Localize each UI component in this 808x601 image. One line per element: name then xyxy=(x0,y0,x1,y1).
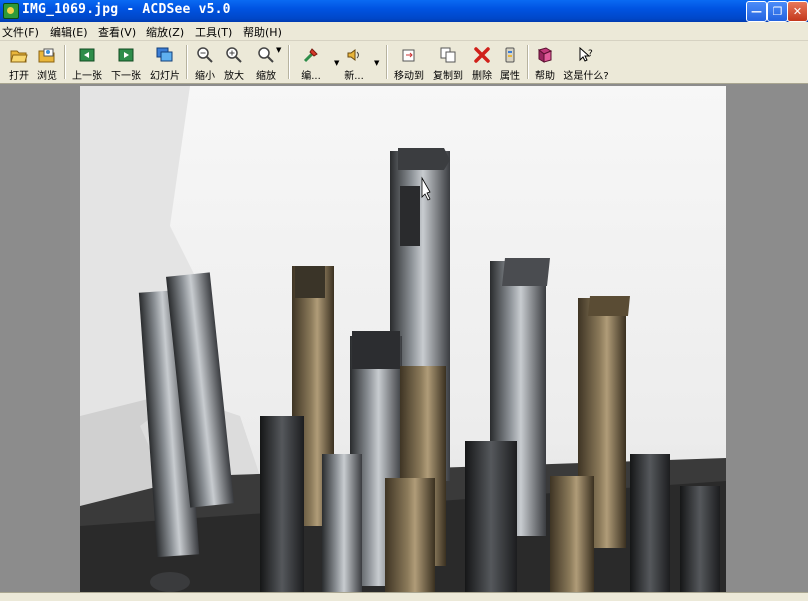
displayed-photo[interactable] xyxy=(80,86,726,592)
svg-text:?: ? xyxy=(588,49,593,59)
photo-image xyxy=(80,86,726,592)
sound-dropdown-arrow-icon[interactable]: ▼ xyxy=(374,59,379,67)
copy-to-icon xyxy=(440,47,456,63)
open-folder-icon xyxy=(10,50,28,63)
previous-image-label: 上一张 xyxy=(72,71,102,82)
move-to-label: 移动到 xyxy=(394,71,424,82)
edit-label: 编... xyxy=(301,71,321,82)
toolbar-separator xyxy=(386,45,388,79)
toolbar-separator xyxy=(186,45,188,79)
acdsee-app-icon[interactable] xyxy=(3,3,19,19)
whats-this-pointer-icon: ? xyxy=(579,46,593,62)
zoom-dropdown-arrow-icon[interactable]: ▼ xyxy=(276,46,281,54)
open-label: 打开 xyxy=(9,71,29,82)
previous-image-icon xyxy=(79,48,95,62)
slideshow-icon xyxy=(156,47,173,62)
close-button[interactable]: ✕ xyxy=(787,1,808,22)
edit-button[interactable]: ▼ 编... xyxy=(294,43,339,82)
next-image-button[interactable]: 下一张 xyxy=(109,43,143,82)
zoom-out-button[interactable]: 缩小 xyxy=(193,43,217,82)
menu-tools[interactable]: 工具(T) xyxy=(195,24,232,40)
window-title: IMG_1069.jpg - ACDSee v5.0 xyxy=(22,2,231,17)
help-button[interactable]: 帮助 xyxy=(533,43,557,82)
speaker-icon xyxy=(347,49,359,61)
move-to-icon xyxy=(402,49,415,62)
whats-this-label: 这是什么? xyxy=(563,71,609,82)
sound-label: 新... xyxy=(344,71,364,82)
properties-icon xyxy=(505,47,515,63)
menu-file[interactable]: 文件(F) xyxy=(2,24,39,40)
move-to-button[interactable]: 移动到 xyxy=(392,43,426,82)
toolbar: 打开 浏览 上一张 下一张 幻灯片 缩小 放大 ▼ 缩放 ▼ 编... ▼ 新.… xyxy=(0,41,808,84)
browse-button[interactable]: 浏览 xyxy=(34,43,60,82)
edit-brush-icon xyxy=(303,48,318,63)
browse-label: 浏览 xyxy=(37,71,57,82)
title-bar: IMG_1069.jpg - ACDSee v5.0 — ❐ ✕ xyxy=(0,0,808,22)
zoom-in-icon xyxy=(226,47,242,63)
menu-edit[interactable]: 编辑(E) xyxy=(50,24,88,40)
whats-this-button[interactable]: ? 这是什么? xyxy=(560,43,612,82)
previous-image-button[interactable]: 上一张 xyxy=(70,43,104,82)
delete-button[interactable]: 删除 xyxy=(470,43,494,82)
help-label: 帮助 xyxy=(535,71,555,82)
slideshow-button[interactable]: 幻灯片 xyxy=(148,43,182,82)
menu-view[interactable]: 查看(V) xyxy=(98,24,136,40)
edit-dropdown-arrow-icon[interactable]: ▼ xyxy=(334,59,339,67)
image-viewer[interactable] xyxy=(0,84,808,592)
zoom-label: 缩放 xyxy=(256,71,276,82)
zoom-out-icon xyxy=(197,47,213,63)
zoom-button[interactable]: ▼ 缩放 xyxy=(252,43,281,82)
copy-to-label: 复制到 xyxy=(433,71,463,82)
restore-icon: ❐ xyxy=(772,5,783,18)
delete-x-icon xyxy=(474,47,490,63)
zoom-out-label: 缩小 xyxy=(195,71,215,82)
minimize-button[interactable]: — xyxy=(746,1,767,22)
close-icon: ✕ xyxy=(792,5,803,18)
toolbar-separator xyxy=(527,45,529,79)
properties-label: 属性 xyxy=(500,71,520,82)
maximize-button[interactable]: ❐ xyxy=(767,1,788,22)
open-button[interactable]: 打开 xyxy=(6,43,32,82)
next-image-label: 下一张 xyxy=(111,71,141,82)
properties-button[interactable]: 属性 xyxy=(498,43,522,82)
delete-label: 删除 xyxy=(472,71,492,82)
copy-to-button[interactable]: 复制到 xyxy=(431,43,465,82)
toolbar-separator xyxy=(64,45,66,79)
help-book-icon xyxy=(537,47,553,63)
zoom-icon xyxy=(258,47,274,63)
zoom-in-label: 放大 xyxy=(224,71,244,82)
browse-icon xyxy=(38,48,55,63)
slideshow-label: 幻灯片 xyxy=(150,71,180,82)
minimize-icon: — xyxy=(751,5,762,18)
sound-button[interactable]: ▼ 新... xyxy=(342,43,379,82)
menu-zoom[interactable]: 缩放(Z) xyxy=(146,24,184,40)
menu-bar: 文件(F) 编辑(E) 查看(V) 缩放(Z) 工具(T) 帮助(H) xyxy=(0,22,808,41)
zoom-in-button[interactable]: 放大 xyxy=(222,43,246,82)
next-image-icon xyxy=(118,48,134,62)
toolbar-separator xyxy=(288,45,290,79)
menu-help[interactable]: 帮助(H) xyxy=(243,24,282,40)
